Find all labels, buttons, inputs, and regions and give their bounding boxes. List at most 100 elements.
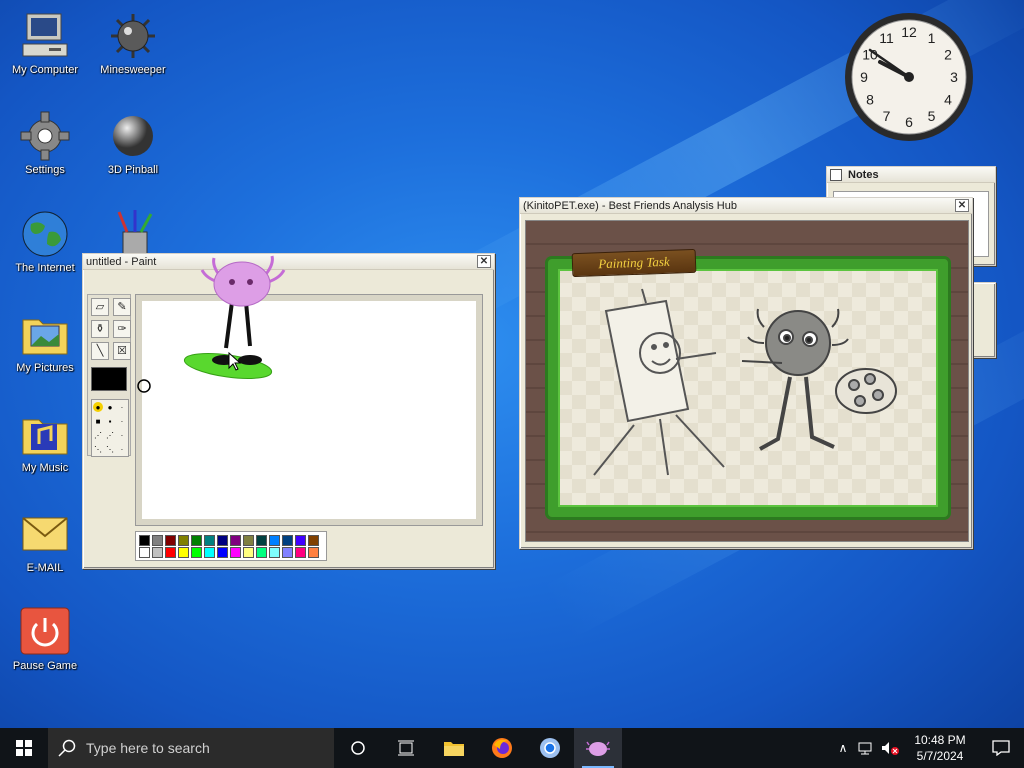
- palette-swatch[interactable]: [308, 547, 319, 558]
- desktop-icon-3d-pinball[interactable]: 3D Pinball: [88, 110, 178, 176]
- color-palette: [135, 531, 327, 561]
- desktop-icon-my-computer[interactable]: My Computer: [0, 10, 90, 76]
- palette-swatch[interactable]: [243, 535, 254, 546]
- desktop-icon-label: My Pictures: [16, 362, 74, 374]
- line-tool-icon[interactable]: ╲: [91, 342, 109, 360]
- network-icon[interactable]: [854, 741, 878, 755]
- search-placeholder: Type here to search: [86, 740, 210, 756]
- clock-number: 6: [905, 114, 913, 130]
- kinito-close-button[interactable]: ✕: [955, 199, 969, 212]
- paint-close-button[interactable]: ✕: [477, 255, 491, 268]
- pencil-tool-icon[interactable]: ✎: [113, 298, 131, 316]
- cortana-icon: [351, 741, 365, 755]
- palette-swatch[interactable]: [204, 547, 215, 558]
- desktop-icon-label: 3D Pinball: [107, 164, 159, 176]
- brush-tool-icon[interactable]: ✑: [113, 320, 131, 338]
- kinito-title: (KinitoPET.exe) - Best Friends Analysis …: [523, 199, 737, 212]
- brush-size-selector[interactable]: ● ● · ■ ▪ · ⋰ ⋰ · ⋱ ⋱ ·: [91, 399, 129, 457]
- banner-text: Painting Task: [598, 253, 670, 272]
- pictures-folder-icon: [19, 308, 71, 360]
- desktop-icon-label: My Computer: [11, 64, 79, 76]
- desktop-icon-my-pictures[interactable]: My Pictures: [0, 308, 90, 374]
- show-hidden-icons-button[interactable]: ∧: [832, 741, 854, 755]
- palette-swatch[interactable]: [204, 535, 215, 546]
- palette-swatch[interactable]: [191, 547, 202, 558]
- file-explorer-button[interactable]: [430, 728, 478, 768]
- notes-titlebar[interactable]: Notes: [827, 167, 995, 183]
- palette-swatch[interactable]: [282, 535, 293, 546]
- palette-swatch[interactable]: [282, 547, 293, 558]
- folder-icon: [444, 742, 464, 756]
- palette-swatch[interactable]: [178, 535, 189, 546]
- kinito-titlebar[interactable]: (KinitoPET.exe) - Best Friends Analysis …: [520, 198, 972, 214]
- chrome-button[interactable]: [526, 728, 574, 768]
- palette-swatch[interactable]: [256, 535, 267, 546]
- firefox-icon: [492, 738, 512, 758]
- clock-number: 4: [944, 92, 952, 108]
- palette-swatch[interactable]: [152, 535, 163, 546]
- clock-number: 7: [883, 108, 891, 124]
- current-color-swatch[interactable]: [91, 367, 127, 391]
- painting-task-banner: Painting Task: [571, 248, 697, 278]
- paint-title: untitled - Paint: [86, 255, 157, 268]
- cortana-button[interactable]: [334, 728, 382, 768]
- paint-bucket-tool-icon[interactable]: ⚱: [91, 320, 109, 338]
- desktop-icon-label: Pause Game: [12, 660, 78, 672]
- painting-frame: [548, 259, 948, 517]
- kinitopet-taskbar-button[interactable]: [574, 728, 622, 768]
- desktop-icon-minesweeper[interactable]: Minesweeper: [88, 10, 178, 76]
- taskbar-date: 5/7/2024: [916, 749, 964, 763]
- taskbar-search-box[interactable]: Type here to search: [48, 728, 334, 768]
- desktop-icon-label: Settings: [25, 164, 65, 176]
- desktop-icon-settings[interactable]: Settings: [0, 110, 90, 176]
- taskbar-clock[interactable]: 10:48 PM 5/7/2024: [902, 732, 978, 764]
- desktop-icon-email[interactable]: E-MAIL: [0, 508, 90, 574]
- desktop-icon-label: Minesweeper: [100, 64, 166, 76]
- desktop-icon-my-music[interactable]: My Music: [0, 408, 90, 474]
- palette-swatch[interactable]: [256, 547, 267, 558]
- start-button[interactable]: [0, 728, 48, 768]
- notifications-button[interactable]: [978, 740, 1024, 756]
- kinito-window[interactable]: (KinitoPET.exe) - Best Friends Analysis …: [519, 197, 973, 549]
- palette-swatch[interactable]: [178, 547, 189, 558]
- palette-swatch[interactable]: [230, 535, 241, 546]
- kinito-content: Painting Task: [525, 220, 969, 542]
- clock-number: 3: [950, 69, 958, 85]
- windows-logo-icon: [16, 740, 32, 756]
- taskbar-time: 10:48 PM: [914, 733, 966, 747]
- palette-swatch[interactable]: [165, 535, 176, 546]
- firefox-button[interactable]: [478, 728, 526, 768]
- task-view-button[interactable]: [382, 728, 430, 768]
- desktop-icon-pause-game[interactable]: Pause Game: [0, 606, 90, 672]
- palette-swatch[interactable]: [230, 547, 241, 558]
- pinball-icon: [107, 110, 159, 162]
- palette-swatch[interactable]: [269, 535, 280, 546]
- palette-swatch[interactable]: [295, 535, 306, 546]
- clear-tool-icon[interactable]: ☒: [113, 342, 131, 360]
- clock-number: 11: [879, 30, 894, 46]
- mouse-cursor-icon: [228, 352, 242, 371]
- clock-number: 8: [866, 92, 874, 108]
- eraser-tool-icon[interactable]: ▱: [91, 298, 109, 316]
- palette-swatch[interactable]: [217, 547, 228, 558]
- desktop-icon-label: The Internet: [15, 262, 75, 274]
- power-icon: [19, 606, 71, 658]
- palette-swatch[interactable]: [139, 547, 150, 558]
- palette-swatch[interactable]: [308, 535, 319, 546]
- envelope-icon: [19, 508, 71, 560]
- palette-swatch[interactable]: [217, 535, 228, 546]
- volume-muted-icon[interactable]: [878, 741, 902, 755]
- palette-swatch[interactable]: [152, 547, 163, 558]
- desktop-icon-label: E-MAIL: [26, 562, 64, 574]
- palette-swatch[interactable]: [269, 547, 280, 558]
- palette-swatch[interactable]: [139, 535, 150, 546]
- music-folder-icon: [19, 408, 71, 460]
- palette-swatch[interactable]: [191, 535, 202, 546]
- mine-icon: [107, 10, 159, 62]
- palette-swatch[interactable]: [165, 547, 176, 558]
- taskbar: Type here to search ∧ 10:48 PM 5/7/2024: [0, 728, 1024, 768]
- palette-swatch[interactable]: [243, 547, 254, 558]
- clock-number: 9: [860, 69, 868, 85]
- desktop-icon-the-internet[interactable]: The Internet: [0, 208, 90, 274]
- palette-swatch[interactable]: [295, 547, 306, 558]
